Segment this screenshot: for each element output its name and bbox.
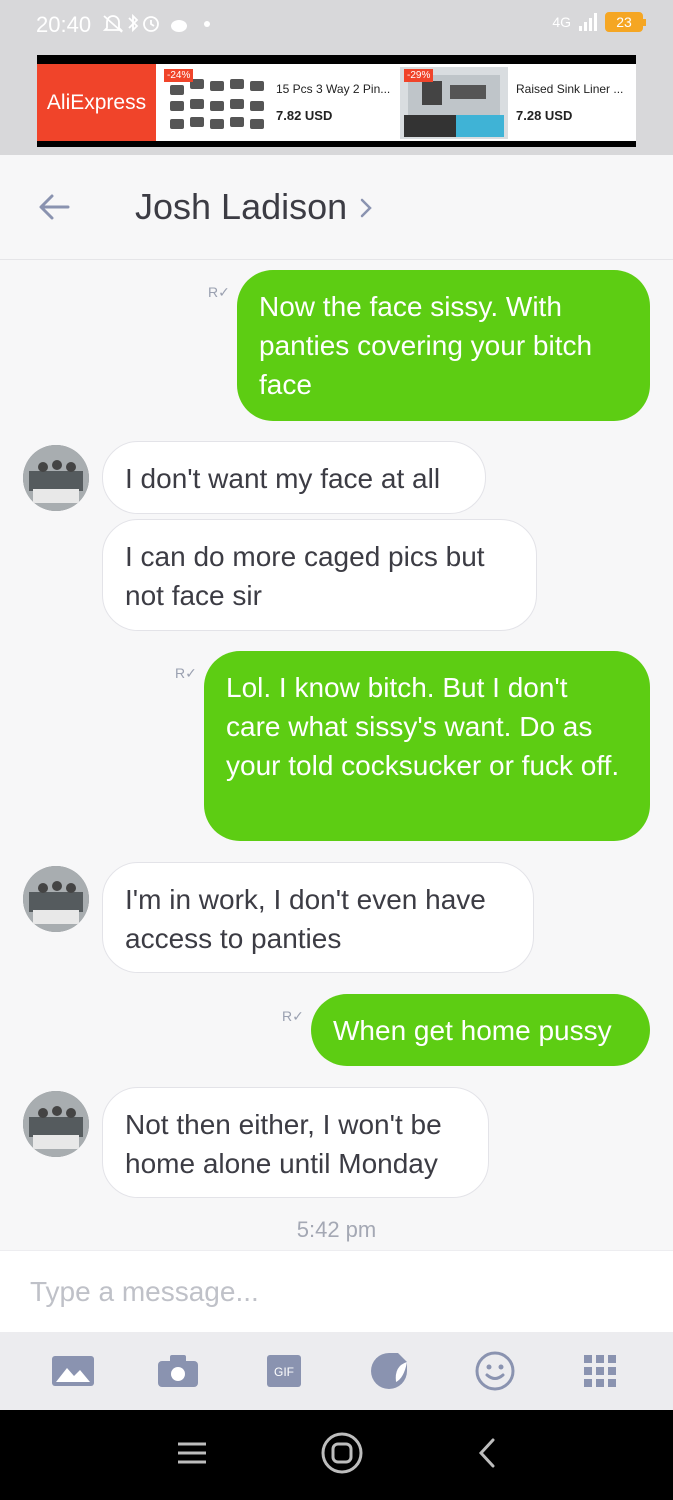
ad-item-1-discount: -24%: [164, 68, 194, 82]
message-incoming[interactable]: Not then either, I won't be home alone u…: [102, 1087, 489, 1198]
back-icon[interactable]: [477, 1438, 497, 1473]
ad-item-2-image: -29%: [400, 66, 508, 139]
network-label: 4G: [552, 14, 571, 30]
ad-item-1-image: -24%: [160, 66, 268, 139]
svg-text:GIF: GIF: [274, 1365, 294, 1379]
read-receipt-icon: R✓: [208, 284, 230, 300]
status-bar: 20:40 4G 23 AliExpress -24% 15 Pcs 3 Way…: [0, 0, 673, 155]
ad-item-1[interactable]: -24% 15 Pcs 3 Way 2 Pin... 7.82 USD: [156, 64, 396, 141]
status-time: 20:40: [36, 12, 92, 37]
contact-avatar[interactable]: [23, 445, 89, 511]
message-input[interactable]: [0, 1251, 673, 1332]
home-icon[interactable]: [320, 1431, 364, 1480]
contact-avatar[interactable]: [23, 866, 89, 932]
status-right: 4G 23: [552, 12, 646, 32]
ad-item-1-price: 7.82 USD: [276, 108, 333, 123]
message-incoming[interactable]: I don't want my face at all: [102, 441, 486, 514]
chevron-right-icon: [359, 186, 373, 228]
apps-grid-icon[interactable]: [570, 1341, 630, 1401]
gif-icon[interactable]: GIF: [254, 1341, 314, 1401]
image-icon[interactable]: [43, 1341, 103, 1401]
message-composer: [0, 1250, 673, 1332]
signal-icon: [579, 13, 597, 31]
chat-header: Josh Ladison: [0, 155, 673, 260]
contact-avatar[interactable]: [23, 1091, 89, 1157]
status-icons: [102, 12, 213, 42]
read-receipt-icon: R✓: [175, 665, 197, 681]
message-outgoing[interactable]: When get home pussy: [311, 994, 650, 1066]
contact-name: Josh Ladison: [135, 186, 348, 227]
message-incoming[interactable]: I can do more caged pics but not face si…: [102, 519, 537, 631]
menu-icon[interactable]: [177, 1441, 207, 1470]
ad-item-2[interactable]: -29% Raised Sink Liner ... 7.28 USD: [396, 64, 636, 141]
battery-icon: 23: [605, 12, 646, 32]
contact-name-button[interactable]: Josh Ladison: [135, 186, 373, 228]
ad-item-2-title: Raised Sink Liner ...: [516, 82, 624, 96]
ad-banner[interactable]: AliExpress -24% 15 Pcs 3 Way 2 Pin... 7.…: [37, 55, 636, 147]
ad-item-2-price: 7.28 USD: [516, 108, 573, 123]
composer-toolbar: GIF: [0, 1332, 673, 1410]
back-arrow-icon[interactable]: [38, 191, 70, 228]
message-incoming[interactable]: I'm in work, I don't even have access to…: [102, 862, 534, 973]
notification-icons: [102, 13, 210, 33]
message-outgoing[interactable]: Lol. I know bitch. But I don't care what…: [204, 651, 650, 841]
camera-icon[interactable]: [148, 1341, 208, 1401]
system-nav-bar: [0, 1410, 673, 1500]
ad-item-1-title: 15 Pcs 3 Way 2 Pin...: [276, 82, 391, 96]
message-timestamp: 5:42 pm: [296, 1217, 377, 1242]
ad-brand-logo[interactable]: AliExpress: [37, 64, 156, 141]
message-outgoing[interactable]: Now the face sissy. With panties coverin…: [237, 270, 650, 421]
read-receipt-icon: R✓: [282, 1008, 304, 1024]
ad-item-2-discount: -29%: [404, 68, 434, 82]
sticker-icon[interactable]: [359, 1341, 419, 1401]
emoji-icon[interactable]: [465, 1341, 525, 1401]
